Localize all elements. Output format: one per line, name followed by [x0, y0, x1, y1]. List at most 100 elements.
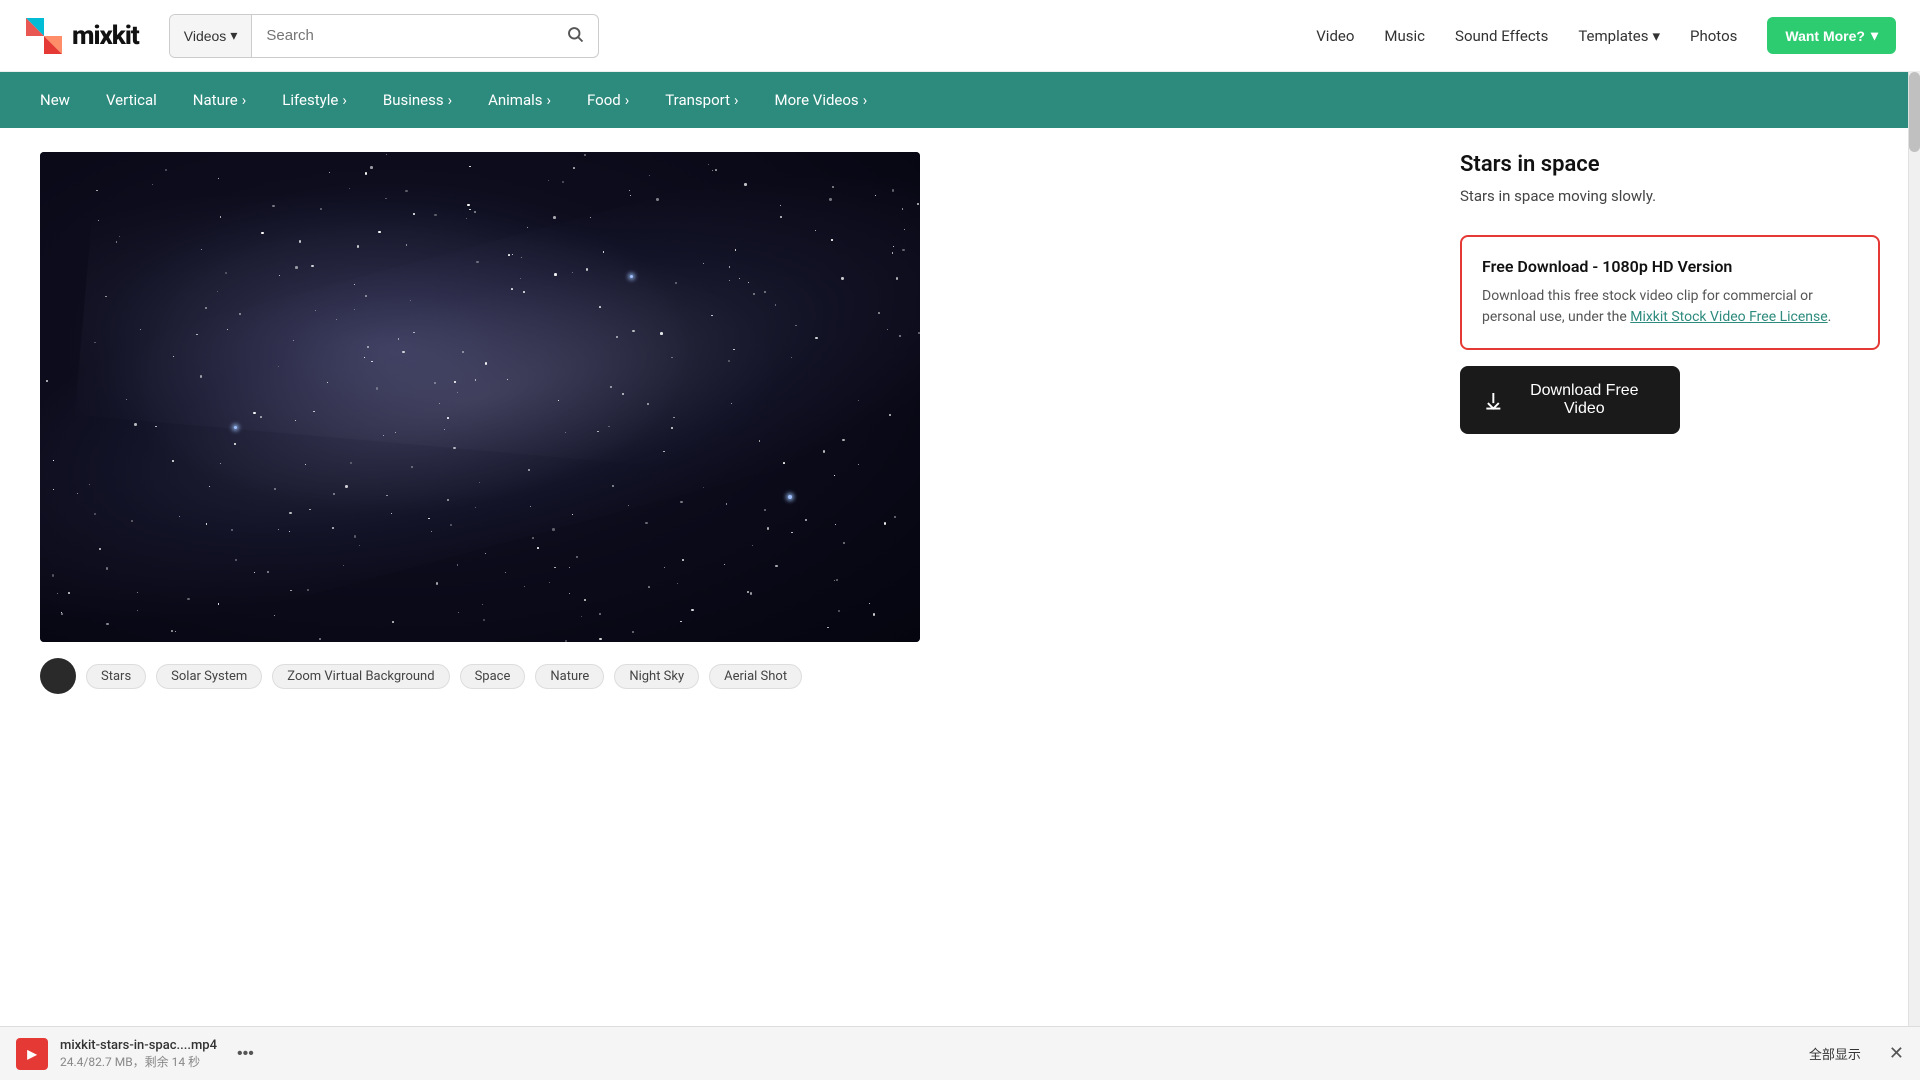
star: [511, 288, 513, 290]
cat-vertical[interactable]: Vertical: [106, 91, 157, 109]
star: [476, 261, 478, 263]
scrollbar-thumb[interactable]: [1909, 72, 1920, 152]
search-type-dropdown[interactable]: Videos ▾: [170, 15, 253, 57]
search-group: Videos ▾: [169, 14, 600, 58]
star: [68, 592, 70, 594]
star: [77, 493, 78, 494]
download-free-video-button[interactable]: Download Free Video: [1460, 366, 1680, 434]
star: [171, 630, 173, 632]
download-file-info: mixkit-stars-in-spac....mp4 24.4/82.7 MB…: [60, 1038, 217, 1070]
star: [630, 195, 631, 196]
cat-food[interactable]: Food ›: [587, 91, 629, 109]
logo[interactable]: mixkit: [24, 16, 139, 56]
tag-solar-system[interactable]: Solar System: [156, 664, 262, 689]
star: [272, 205, 275, 208]
star: [553, 216, 556, 219]
bright-star-2: [630, 275, 633, 278]
cat-lifestyle[interactable]: Lifestyle ›: [282, 91, 347, 109]
tag-zoom-bg[interactable]: Zoom Virtual Background: [272, 664, 449, 689]
video-background: [40, 152, 920, 642]
star: [391, 513, 392, 514]
scrollbar[interactable]: [1908, 72, 1920, 1026]
tag-stars[interactable]: Stars: [86, 664, 146, 689]
star: [523, 291, 525, 293]
star: [735, 249, 736, 250]
star: [410, 300, 411, 301]
cat-transport[interactable]: Transport ›: [665, 91, 738, 109]
tag-night-sky[interactable]: Night Sky: [614, 664, 699, 689]
nav-music[interactable]: Music: [1384, 27, 1425, 45]
download-card-title: Free Download - 1080p HD Version: [1482, 257, 1858, 276]
category-bar: New Vertical Nature › Lifestyle › Busine…: [0, 72, 1920, 128]
nav-video[interactable]: Video: [1316, 27, 1354, 45]
license-link[interactable]: Mixkit Stock Video Free License: [1630, 309, 1827, 325]
star: [562, 181, 564, 183]
star: [218, 603, 219, 604]
star: [364, 357, 365, 358]
search-input[interactable]: [252, 15, 552, 57]
cat-business[interactable]: Business ›: [383, 91, 452, 109]
cat-new[interactable]: New: [40, 91, 70, 109]
tag-space[interactable]: Space: [460, 664, 526, 689]
star: [320, 208, 323, 211]
close-download-bar[interactable]: ✕: [1889, 1043, 1904, 1064]
star: [858, 464, 859, 465]
cat-nature[interactable]: Nature ›: [193, 91, 246, 109]
star: [99, 548, 101, 550]
star: [608, 426, 609, 427]
show-all-downloads[interactable]: 全部显示: [1809, 1044, 1861, 1063]
tag-nature[interactable]: Nature: [535, 664, 604, 689]
star: [675, 282, 677, 284]
tag-aerial-shot[interactable]: Aerial Shot: [709, 664, 802, 689]
cat-more-videos[interactable]: More Videos ›: [775, 91, 868, 109]
star: [307, 589, 309, 591]
star: [508, 254, 510, 256]
star: [729, 280, 730, 281]
star: [878, 312, 880, 314]
star: [354, 284, 355, 285]
star: [359, 545, 360, 546]
star: [843, 542, 845, 544]
star: [434, 382, 436, 384]
star: [365, 172, 367, 174]
star: [436, 582, 439, 585]
star: [94, 342, 96, 344]
download-more-options[interactable]: •••: [229, 1041, 262, 1067]
star: [96, 190, 97, 191]
nav-photos[interactable]: Photos: [1690, 27, 1737, 45]
download-desc-after: .: [1828, 309, 1832, 325]
star: [305, 464, 306, 465]
star: [673, 417, 674, 418]
nav-templates[interactable]: Templates ▾: [1578, 27, 1660, 45]
star: [98, 220, 99, 221]
star: [220, 216, 221, 217]
star: [581, 616, 582, 617]
star: [206, 523, 207, 524]
star: [434, 214, 436, 216]
star: [887, 329, 888, 330]
star: [469, 209, 470, 210]
star: [841, 277, 843, 279]
cat-animals[interactable]: Animals ›: [488, 91, 551, 109]
star: [752, 545, 753, 546]
want-more-button[interactable]: Want More? ▾: [1767, 17, 1896, 54]
star: [645, 522, 647, 524]
star: [520, 278, 521, 279]
search-button[interactable]: [552, 15, 598, 57]
star: [119, 236, 120, 237]
star: [656, 198, 659, 201]
star: [254, 572, 255, 573]
downloading-filename: mixkit-stars-in-spac....mp4: [60, 1038, 217, 1053]
star: [152, 184, 153, 185]
star: [622, 393, 624, 395]
chevron-right-icon: ›: [448, 91, 453, 109]
star: [904, 229, 905, 230]
star: [747, 591, 749, 593]
star: [395, 432, 396, 433]
star: [842, 439, 844, 441]
star: [552, 528, 555, 531]
star: [889, 414, 891, 416]
star: [205, 307, 207, 309]
nav-sound-effects[interactable]: Sound Effects: [1455, 27, 1548, 45]
video-thumbnail[interactable]: [40, 152, 920, 642]
